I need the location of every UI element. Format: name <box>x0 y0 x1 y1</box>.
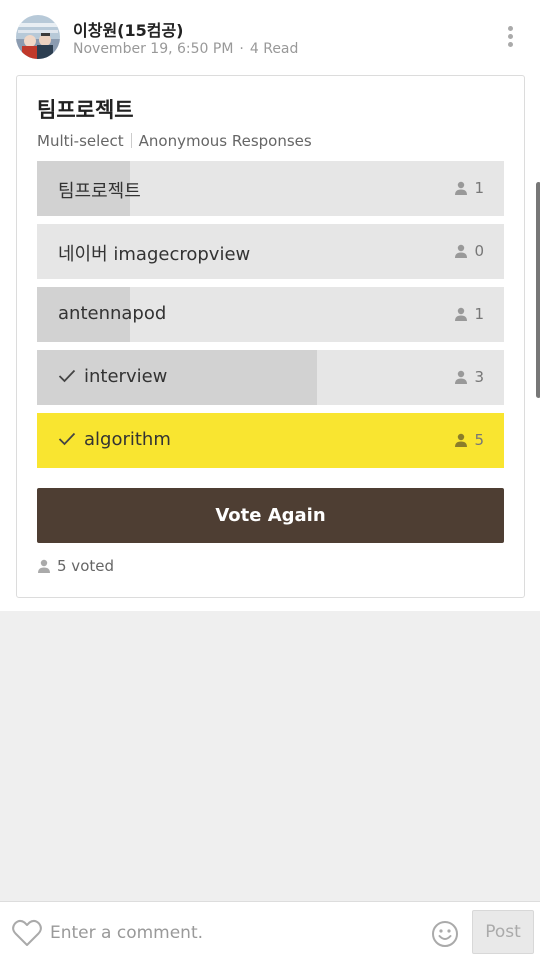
post-timestamp: November 19, 6:50 PM <box>73 41 234 57</box>
option-vote-count[interactable]: 3 <box>474 368 484 386</box>
voted-count: 5 voted <box>57 557 114 575</box>
poll-option[interactable]: interview 3 <box>37 350 504 405</box>
heart-outline-icon[interactable] <box>12 919 42 947</box>
poll-option[interactable]: 네이버 imagecropview 0 <box>37 224 504 279</box>
option-label: 팀프로젝트 <box>58 181 141 202</box>
author-name[interactable]: 이창원(15컴공) <box>73 17 184 41</box>
divider <box>130 133 132 148</box>
person-icon <box>455 433 467 447</box>
poll-title: 팀프로젝트 <box>37 98 134 122</box>
voted-summary[interactable]: 5 voted <box>37 557 114 575</box>
post-meta: November 19, 6:50 PM · 4 Read <box>73 41 298 57</box>
comment-bar: Post <box>0 901 540 960</box>
more-vertical-icon-dot <box>508 42 513 47</box>
poll-settings: Multi-select Anonymous Responses <box>37 132 312 150</box>
option-label: algorithm <box>84 429 171 450</box>
option-label: 네이버 imagecropview <box>58 244 251 265</box>
more-options-button[interactable] <box>497 22 523 52</box>
avatar-photo <box>16 15 60 59</box>
poll-card: 팀프로젝트 Multi-select Anonymous Responses 팀프… <box>16 75 525 598</box>
option-result-bar <box>37 350 317 405</box>
person-icon <box>455 370 467 384</box>
checkmark-icon <box>58 432 76 446</box>
checkmark-icon <box>58 369 76 383</box>
poll-option[interactable]: antennapod 1 <box>37 287 504 342</box>
avatar[interactable] <box>16 15 60 59</box>
poll-option[interactable]: algorithm 5 <box>37 413 504 468</box>
person-icon <box>455 307 467 321</box>
person-icon <box>455 181 467 195</box>
poll-anonymity: Anonymous Responses <box>138 132 312 150</box>
option-vote-count[interactable]: 1 <box>474 305 484 323</box>
option-vote-count[interactable]: 5 <box>474 431 484 449</box>
post-comment-button[interactable]: Post <box>472 910 534 954</box>
scrollbar[interactable] <box>536 182 540 398</box>
option-label: antennapod <box>58 303 167 324</box>
more-vertical-icon <box>508 26 513 31</box>
post-container: 이창원(15컴공) November 19, 6:50 PM · 4 Read 팀프… <box>0 0 540 611</box>
poll-type: Multi-select <box>37 132 124 150</box>
option-vote-count[interactable]: 0 <box>474 242 484 260</box>
more-vertical-icon-dot <box>508 34 513 39</box>
person-icon <box>455 244 467 258</box>
option-vote-count[interactable]: 1 <box>474 179 484 197</box>
vote-again-button[interactable]: Vote Again <box>37 488 504 543</box>
poll-option[interactable]: 팀프로젝트 1 <box>37 161 504 216</box>
smiley-icon[interactable] <box>431 920 459 948</box>
person-icon <box>38 559 50 573</box>
comment-input[interactable] <box>50 917 420 949</box>
option-label: interview <box>84 366 168 387</box>
meta-separator: · <box>239 41 244 57</box>
read-count[interactable]: 4 Read <box>250 41 299 57</box>
